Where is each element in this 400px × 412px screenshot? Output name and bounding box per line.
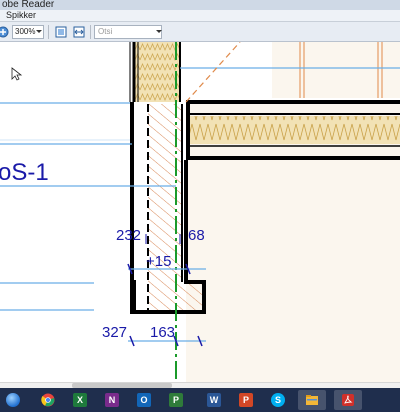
project-icon: P bbox=[169, 393, 183, 407]
powerpoint-icon: P bbox=[239, 393, 253, 407]
upper-column-pattern bbox=[134, 42, 180, 102]
slab-insulation bbox=[190, 116, 400, 144]
menu-bar: Spikker bbox=[0, 10, 400, 22]
toolbar-divider bbox=[90, 25, 91, 39]
find-dropdown-icon[interactable] bbox=[156, 30, 162, 33]
onenote-icon: N bbox=[105, 393, 119, 407]
windows-orb-icon bbox=[6, 393, 20, 407]
mouse-cursor-icon bbox=[11, 67, 23, 81]
explorer-icon bbox=[306, 395, 318, 405]
zoom-in-icon[interactable] bbox=[0, 25, 10, 39]
start-button[interactable] bbox=[2, 390, 24, 410]
window-title: obe Reader bbox=[2, 0, 55, 10]
taskbar-excel[interactable]: X bbox=[66, 390, 94, 410]
title-bar: obe Reader bbox=[0, 0, 400, 10]
dimension-level: +15 bbox=[146, 253, 171, 270]
dimension-left-upper: 232 bbox=[116, 227, 141, 244]
skype-icon: S bbox=[271, 393, 285, 407]
zoom-dropdown-icon[interactable] bbox=[36, 30, 42, 33]
dimension-bottom-mid: 163 bbox=[150, 324, 175, 341]
section-label: oS-1 bbox=[0, 159, 49, 186]
cut-line bbox=[185, 42, 241, 103]
dimension-bottom-left: 327 bbox=[102, 324, 127, 341]
menu-item-spikker[interactable]: Spikker bbox=[6, 10, 36, 20]
fit-page-icon[interactable] bbox=[54, 25, 68, 39]
acrobat-icon bbox=[342, 394, 354, 406]
taskbar-acrobat[interactable] bbox=[334, 390, 362, 410]
taskbar-outlook[interactable]: O bbox=[130, 390, 158, 410]
toolbar: 300% Otsi bbox=[0, 22, 400, 42]
taskbar-onenote[interactable]: N bbox=[98, 390, 126, 410]
footing-pattern bbox=[182, 282, 202, 312]
wall-outline bbox=[130, 102, 136, 310]
taskbar-word[interactable]: W bbox=[200, 390, 228, 410]
toolbar-divider bbox=[48, 25, 49, 39]
dimension-right-upper: 68 bbox=[188, 227, 205, 244]
outlook-icon: O bbox=[137, 393, 151, 407]
taskbar-project[interactable]: P bbox=[162, 390, 190, 410]
taskbar-explorer[interactable] bbox=[298, 390, 326, 410]
fit-width-icon[interactable] bbox=[72, 25, 86, 39]
taskbar-powerpoint[interactable]: P bbox=[232, 390, 260, 410]
cad-drawing: oS-1 232 68 +15 327 163 bbox=[0, 42, 400, 382]
find-field[interactable]: Otsi bbox=[94, 25, 162, 39]
taskbar-skype[interactable]: S bbox=[264, 390, 292, 410]
lower-wall-face bbox=[186, 160, 400, 382]
word-icon: W bbox=[207, 393, 221, 407]
document-canvas[interactable]: oS-1 232 68 +15 327 163 bbox=[0, 42, 400, 382]
excel-icon: X bbox=[73, 393, 87, 407]
chrome-icon bbox=[41, 393, 55, 407]
upper-wall-face bbox=[272, 42, 400, 98]
taskbar-chrome[interactable] bbox=[34, 390, 62, 410]
taskbar: X N O P W P S bbox=[0, 388, 400, 412]
